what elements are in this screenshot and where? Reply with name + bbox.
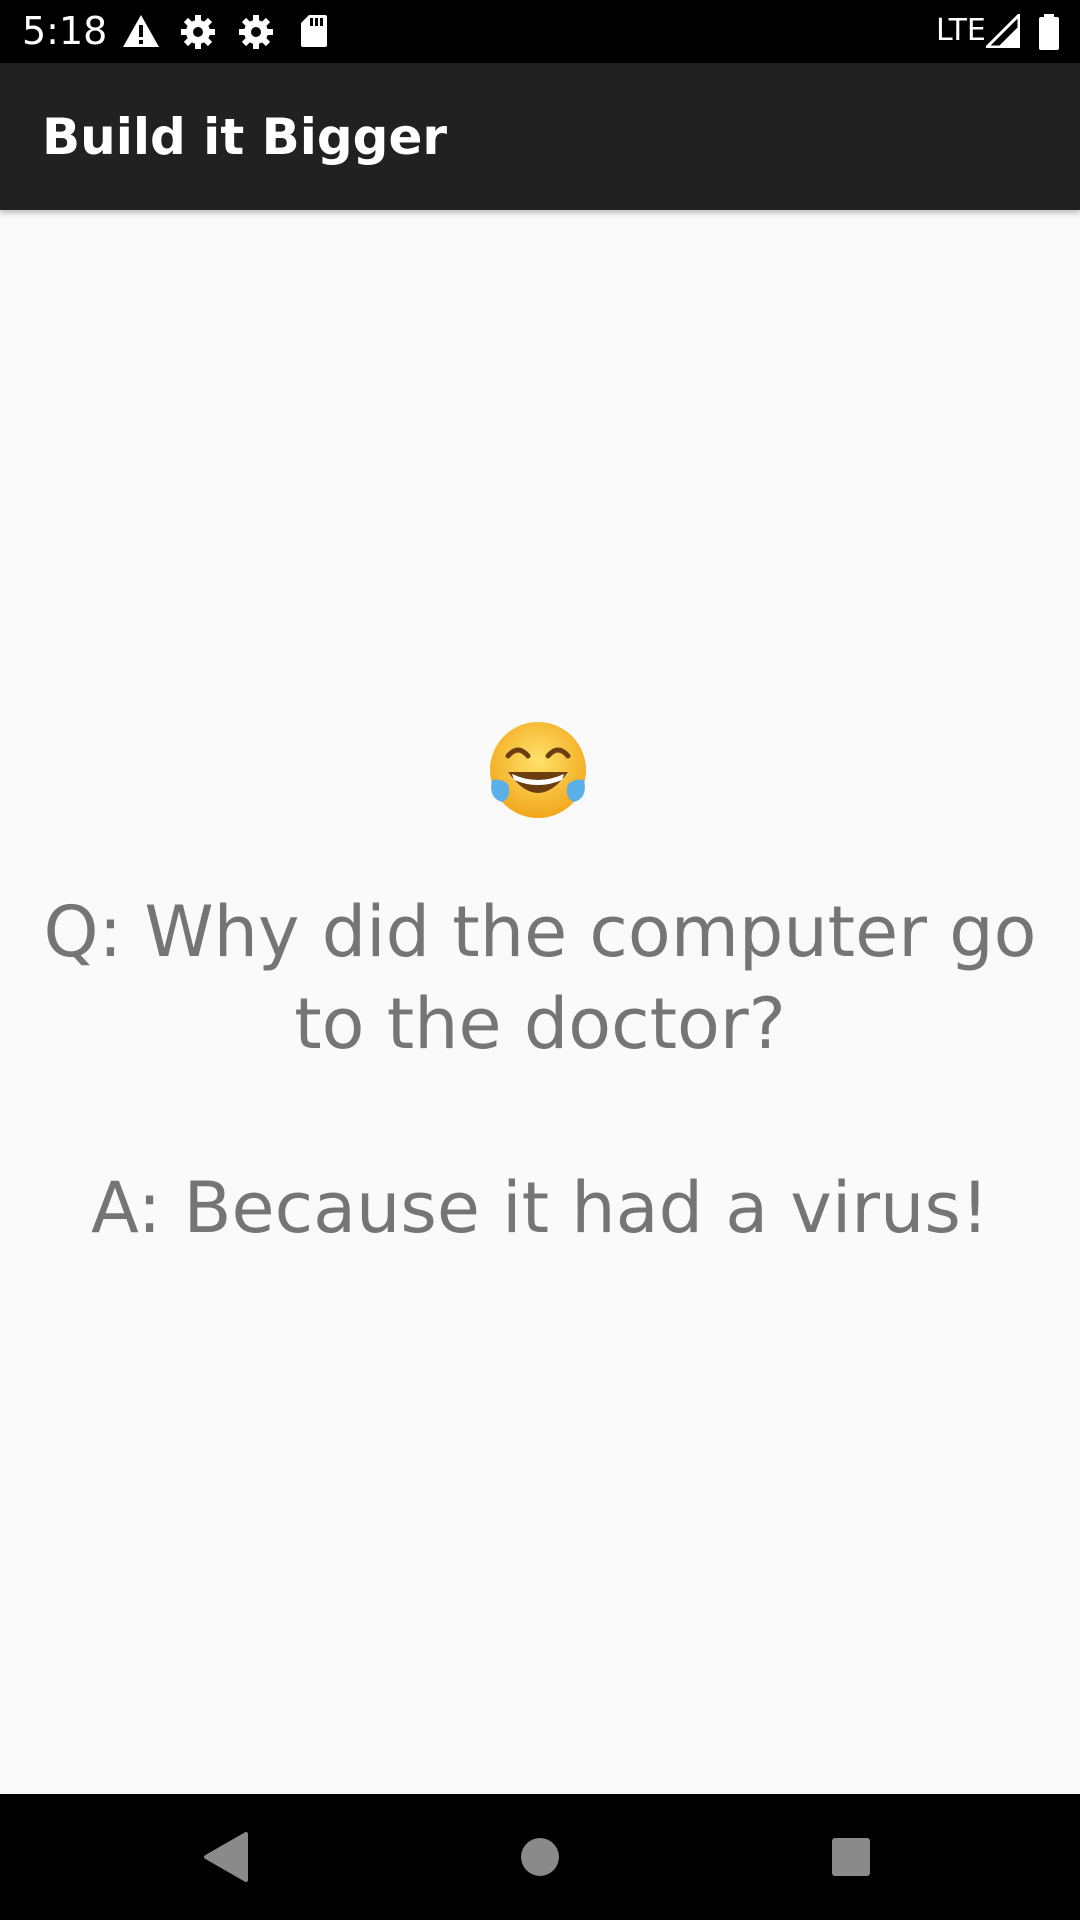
sd-card-icon: [301, 15, 327, 47]
back-icon[interactable]: [194, 1826, 256, 1888]
face-with-tears-of-joy-icon: [490, 722, 586, 818]
battery-icon: [1039, 14, 1059, 50]
signal-icon: [986, 14, 1020, 48]
status-time: 5:18: [22, 9, 108, 53]
home-icon[interactable]: [509, 1826, 571, 1888]
settings-icon: [181, 15, 215, 49]
status-bar: 5:18 LTE: [0, 0, 1080, 63]
network-type: LTE: [936, 13, 986, 48]
app-title: Build it Bigger: [42, 108, 448, 166]
recents-icon[interactable]: [820, 1826, 882, 1888]
app-bar: Build it Bigger: [0, 63, 1080, 210]
joke-text: Q: Why did the computer go to the doctor…: [43, 891, 1037, 1249]
warning-icon: [123, 15, 159, 47]
settings-icon: [239, 15, 273, 49]
navigation-bar: [0, 1794, 1080, 1920]
joke-content: Q: Why did the computer go to the doctor…: [0, 210, 1080, 1794]
